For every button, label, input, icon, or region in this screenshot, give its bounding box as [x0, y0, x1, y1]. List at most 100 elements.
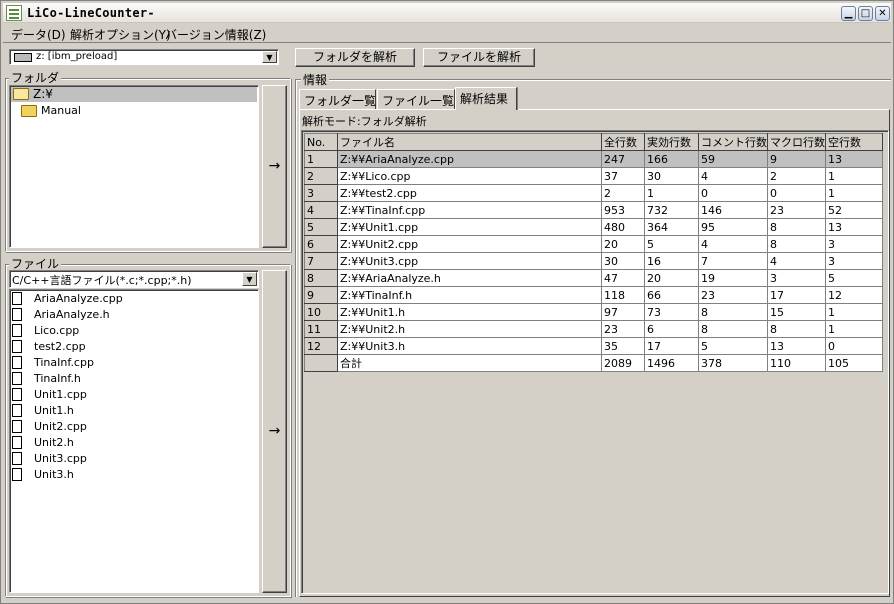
table-cell: 4 — [767, 252, 826, 270]
table-cell: 1 — [825, 320, 883, 338]
file-item[interactable]: Unit2.cpp — [12, 419, 258, 435]
row-number: 8 — [304, 269, 338, 287]
folder-tree[interactable]: Z:¥ Manual — [9, 85, 259, 248]
tab-folder-list[interactable]: フォルダ一覧 — [299, 89, 376, 109]
table-cell: 17 — [644, 337, 699, 355]
app-icon — [6, 5, 22, 21]
folder-item-root[interactable]: Z:¥ — [11, 87, 257, 102]
table-cell: 4 — [698, 167, 768, 185]
file-icon — [12, 388, 22, 401]
file-list[interactable]: AriaAnalyze.cpp AriaAnalyze.h Lico.cpp test… — [9, 289, 259, 593]
table-cell: 146 — [698, 201, 768, 219]
column-header[interactable]: コメント行数 — [698, 133, 768, 151]
column-header[interactable]: No. — [304, 133, 338, 151]
table-cell: 37 — [601, 167, 645, 185]
column-header[interactable]: 実効行数 — [644, 133, 699, 151]
file-move-button[interactable]: → — [262, 270, 287, 593]
row-number: 4 — [304, 201, 338, 219]
column-header[interactable]: ファイル名 — [337, 133, 602, 151]
table-row[interactable]: 2 Z:¥¥Lico.cpp 37 30 4 2 1 — [304, 167, 883, 185]
results-grid[interactable]: No. ファイル名 全行数 実効行数 コメント行数 マクロ行数 空行数 1 Z:¥¥AriaA… — [301, 130, 889, 594]
title-bar[interactable]: LiCo-LineCounter- ▁ □ ✕ — [3, 3, 891, 23]
table-cell: 3 — [767, 269, 826, 287]
maximize-button[interactable]: □ — [858, 6, 873, 21]
row-number: 11 — [304, 320, 338, 338]
table-cell: 30 — [644, 167, 699, 185]
file-item-label: TinaInf.h — [34, 372, 81, 385]
row-number: 12 — [304, 337, 338, 355]
total-cell: 1496 — [644, 354, 699, 372]
table-cell: 8 — [698, 303, 768, 321]
total-row: 合計 2089 1496 378 110 105 — [304, 354, 883, 372]
info-group-label: 情報 — [301, 71, 330, 88]
file-item[interactable]: AriaAnalyze.cpp — [12, 291, 258, 307]
file-item[interactable]: Unit3.cpp — [12, 451, 258, 467]
table-row[interactable]: 4 Z:¥¥TinaInf.cpp 953 732 146 23 52 — [304, 201, 883, 219]
total-label: 合計 — [337, 354, 602, 372]
file-item[interactable]: TinaInf.cpp — [12, 355, 258, 371]
table-row[interactable]: 11 Z:¥¥Unit2.h 23 6 8 8 1 — [304, 320, 883, 338]
chevron-down-icon[interactable]: ▼ — [242, 272, 257, 286]
chevron-down-icon[interactable]: ▼ — [262, 51, 277, 63]
table-cell: 13 — [767, 337, 826, 355]
table-cell: 9 — [767, 150, 826, 168]
table-cell: 0 — [767, 184, 826, 202]
row-number: 7 — [304, 252, 338, 270]
row-number: 5 — [304, 218, 338, 236]
table-row[interactable]: 5 Z:¥¥Unit1.cpp 480 364 95 8 13 — [304, 218, 883, 236]
file-item[interactable]: test2.cpp — [12, 339, 258, 355]
table-cell: 1 — [825, 303, 883, 321]
table-cell: Z:¥¥TinaInf.cpp — [337, 201, 602, 219]
file-item-label: Unit1.h — [34, 404, 74, 417]
file-icon — [12, 356, 22, 369]
analyze-folder-button[interactable]: フォルダを解析 — [295, 48, 415, 67]
menu-version-info[interactable]: バージョン情報(Z) — [165, 26, 266, 43]
column-header[interactable]: 全行数 — [601, 133, 645, 151]
tab-file-list[interactable]: ファイル一覧 — [377, 89, 455, 109]
file-filter-value: C/C++言語ファイル(*.c;*.cpp;*.h) — [12, 274, 192, 287]
file-item[interactable]: Unit1.h — [12, 403, 258, 419]
table-cell: Z:¥¥Lico.cpp — [337, 167, 602, 185]
table-cell: 23 — [698, 286, 768, 304]
file-item[interactable]: AriaAnalyze.h — [12, 307, 258, 323]
analyze-file-button[interactable]: ファイルを解析 — [423, 48, 535, 67]
table-row[interactable]: 12 Z:¥¥Unit3.h 35 17 5 13 0 — [304, 337, 883, 355]
menu-data[interactable]: データ(D) — [11, 26, 66, 43]
folder-item-manual[interactable]: Manual — [11, 103, 257, 118]
table-row[interactable]: 1 Z:¥¥AriaAnalyze.cpp 247 166 59 9 13 — [304, 150, 883, 168]
table-row[interactable]: 6 Z:¥¥Unit2.cpp 20 5 4 8 3 — [304, 235, 883, 253]
table-row[interactable]: 10 Z:¥¥Unit1.h 97 73 8 15 1 — [304, 303, 883, 321]
table-cell: 95 — [698, 218, 768, 236]
table-row[interactable]: 8 Z:¥¥AriaAnalyze.h 47 20 19 3 5 — [304, 269, 883, 287]
table-row[interactable]: 3 Z:¥¥test2.cpp 2 1 0 0 1 — [304, 184, 883, 202]
menu-analysis-options[interactable]: 解析オプション(Y) — [70, 26, 171, 43]
folder-move-button[interactable]: → — [262, 85, 287, 248]
table-cell: 5 — [644, 235, 699, 253]
app-window: LiCo-LineCounter- ▁ □ ✕ データ(D) 解析オプション(Y… — [0, 0, 894, 604]
file-item[interactable]: Lico.cpp — [12, 323, 258, 339]
minimize-button[interactable]: ▁ — [841, 6, 856, 21]
column-header[interactable]: 空行数 — [825, 133, 883, 151]
table-cell: Z:¥¥Unit3.cpp — [337, 252, 602, 270]
close-button[interactable]: ✕ — [875, 6, 890, 21]
table-cell: 52 — [825, 201, 883, 219]
table-row[interactable]: 7 Z:¥¥Unit3.cpp 30 16 7 4 3 — [304, 252, 883, 270]
file-item-label: Unit2.cpp — [34, 420, 87, 433]
drive-select[interactable]: z: [ibm_preload] ▼ — [9, 49, 279, 65]
table-cell: 247 — [601, 150, 645, 168]
folder-icon — [21, 105, 37, 117]
column-header[interactable]: マクロ行数 — [767, 133, 826, 151]
file-item[interactable]: Unit3.h — [12, 467, 258, 483]
file-item[interactable]: TinaInf.h — [12, 371, 258, 387]
table-row[interactable]: 9 Z:¥¥TinaInf.h 118 66 23 17 12 — [304, 286, 883, 304]
table-cell: 2 — [601, 184, 645, 202]
table-cell: Z:¥¥Unit3.h — [337, 337, 602, 355]
file-item[interactable]: Unit2.h — [12, 435, 258, 451]
file-item[interactable]: Unit1.cpp — [12, 387, 258, 403]
folder-item-label: Z:¥ — [33, 87, 53, 101]
file-icon — [12, 308, 22, 321]
file-filter-select[interactable]: C/C++言語ファイル(*.c;*.cpp;*.h) ▼ — [9, 270, 259, 288]
table-cell: 97 — [601, 303, 645, 321]
tab-analysis-result[interactable]: 解析結果 — [455, 87, 517, 110]
menu-bar: データ(D) 解析オプション(Y) バージョン情報(Z) — [3, 24, 891, 43]
